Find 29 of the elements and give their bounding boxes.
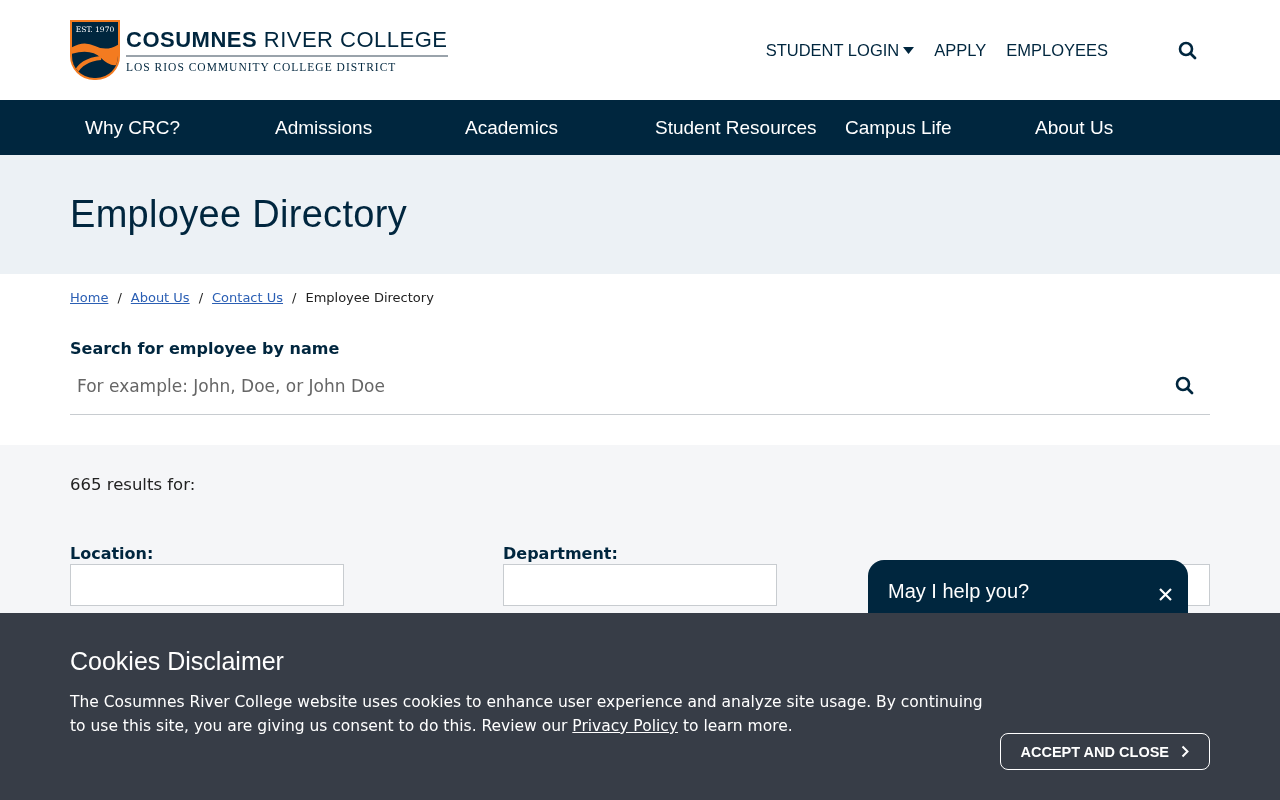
nav-link[interactable]: Academics: [450, 100, 640, 155]
cookie-title: Cookies Disclaimer: [70, 647, 285, 676]
breadcrumb-separator: /: [117, 290, 122, 305]
college-name: COSUMNES RIVER COLLEGE: [126, 27, 448, 57]
nav-link[interactable]: Admissions: [260, 100, 450, 155]
page-title: Employee Directory: [70, 193, 407, 236]
breadcrumb-link[interactable]: Home: [70, 290, 109, 305]
chat-title: May I help you?: [888, 580, 1030, 603]
nav-link[interactable]: Campus Life: [830, 100, 1020, 155]
utility-link[interactable]: STUDENT LOGIN: [765, 40, 915, 60]
breadcrumb-separator: /: [292, 290, 297, 305]
utility-link[interactable]: APPLY: [934, 40, 987, 60]
nav-link[interactable]: About Us: [1020, 100, 1210, 155]
breadcrumb-current: Employee Directory: [305, 290, 434, 305]
filter-label: Department:: [503, 544, 619, 565]
utility-link[interactable]: EMPLOYEES: [1006, 40, 1108, 60]
cookie-text: The Cosumnes River College website uses cookies to enhance user experience and analyze site usage. By continuing to use this site, you are giving us consent to do this. Review our Privacy Policy to learn more.: [70, 692, 984, 737]
results-count: 665 results for:: [70, 475, 197, 494]
accept-button[interactable]: ACCEPT AND CLOSE: [999, 733, 1210, 770]
nav-link[interactable]: Student Resources: [640, 100, 830, 155]
search-field[interactable]: For example: John, Doe, or John Doe: [75, 375, 1175, 397]
filter-label: Location:: [70, 544, 155, 565]
search-label: Search for employee by name: [70, 339, 341, 358]
breadcrumb-separator: /: [198, 290, 204, 305]
privacy-policy-link[interactable]: Privacy Policy: [572, 717, 678, 735]
nav-link[interactable]: Why CRC?: [70, 100, 260, 155]
breadcrumb-link[interactable]: Contact Us: [212, 290, 284, 305]
breadcrumb-link[interactable]: About Us: [130, 290, 190, 305]
district-name: LOS RIOS COMMUNITY COLLEGE DISTRICT: [126, 61, 398, 73]
